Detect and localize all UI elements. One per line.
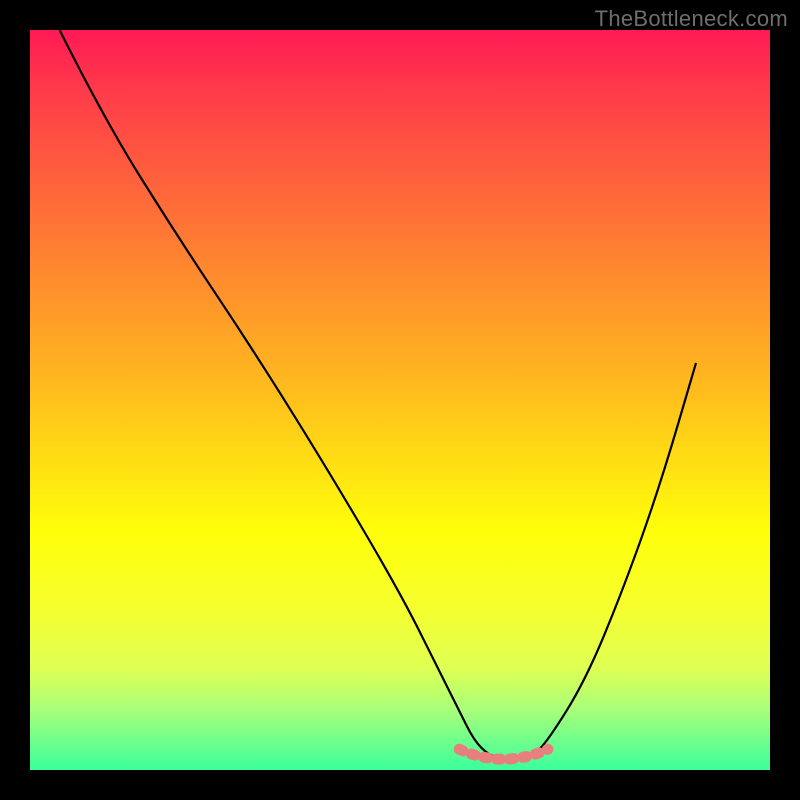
curve-svg bbox=[30, 30, 770, 770]
main-curve bbox=[60, 30, 696, 759]
plot-area bbox=[30, 30, 770, 770]
chart-frame: TheBottleneck.com bbox=[0, 0, 800, 800]
flat-segment-marker bbox=[459, 749, 548, 759]
watermark-text: TheBottleneck.com bbox=[595, 6, 788, 32]
